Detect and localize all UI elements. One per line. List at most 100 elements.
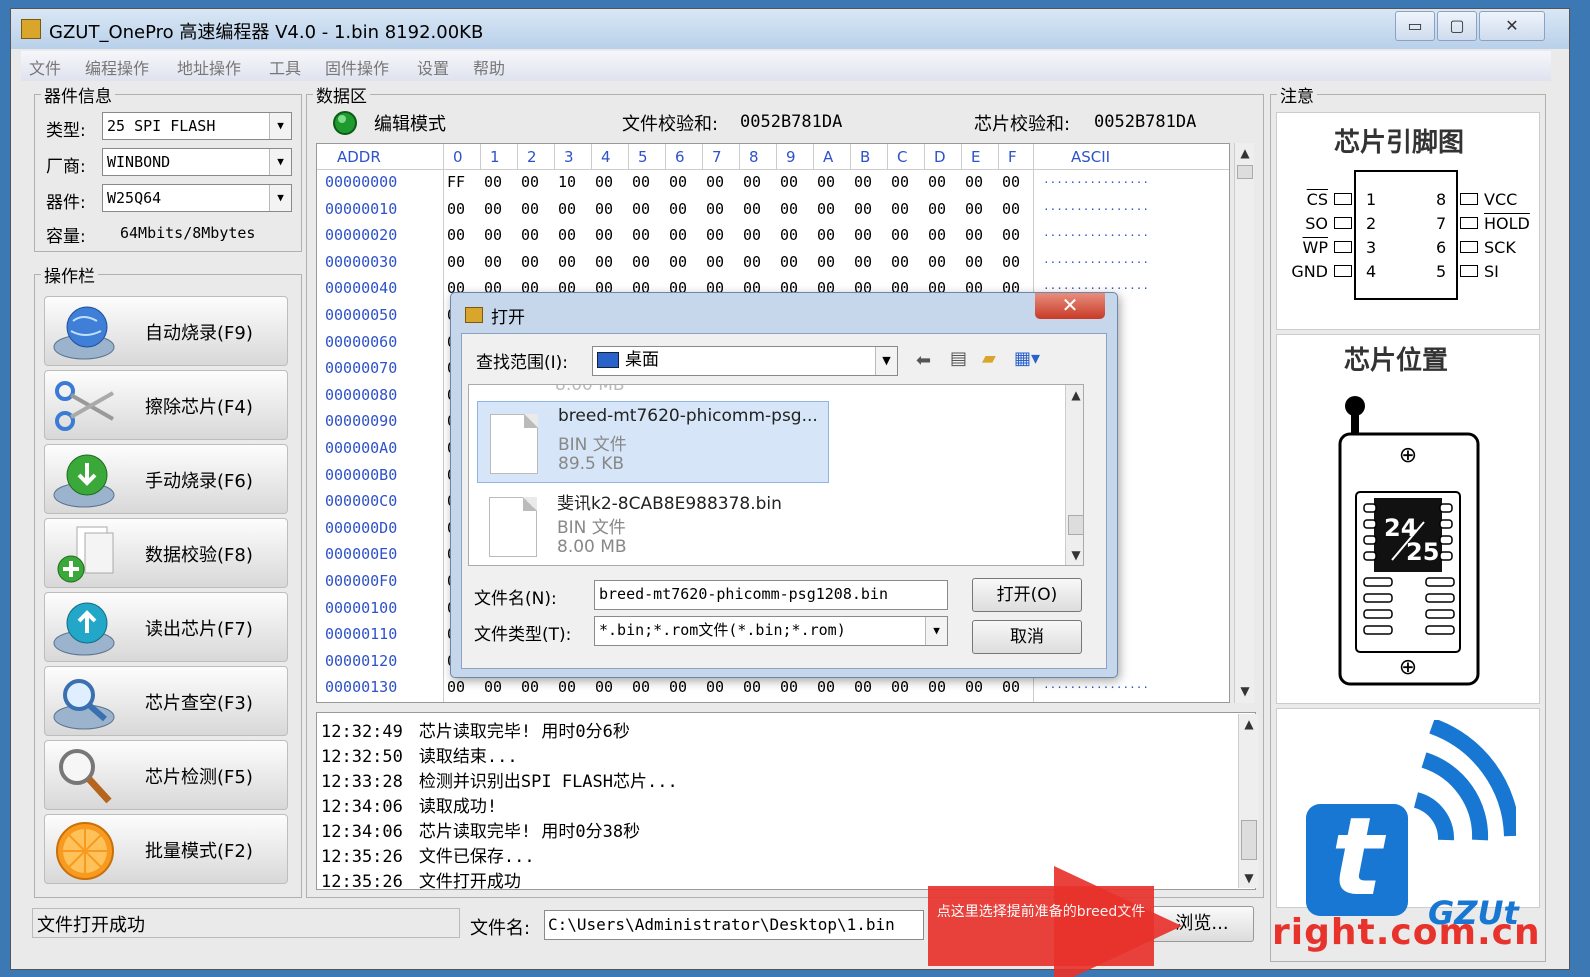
scroll-thumb[interactable] xyxy=(1068,515,1083,535)
scroll-down-icon[interactable]: ▼ xyxy=(1235,681,1255,701)
dialog-open-button[interactable]: 打开(O) xyxy=(972,578,1082,612)
hex-byte[interactable]: 00 xyxy=(928,173,946,191)
blank-check-button[interactable]: 芯片查空(F3) xyxy=(44,666,288,736)
hex-row[interactable]: 00000030 00 00 00 00 00 00 00 00 00 00 00 00 00 00 00 00… xyxy=(317,250,1229,277)
menu-tools[interactable]: 工具 xyxy=(269,55,301,79)
hex-byte[interactable]: 00 xyxy=(706,678,724,696)
hex-byte[interactable]: 00 xyxy=(817,200,835,218)
lookin-select[interactable]: 桌面 ▼ xyxy=(592,346,898,376)
auto-program-button[interactable]: 自动烧录(F9) xyxy=(44,296,288,366)
vendor-select[interactable]: WINBOND ▼ xyxy=(102,148,292,176)
hex-byte[interactable]: 00 xyxy=(891,678,909,696)
hex-byte[interactable]: 00 xyxy=(669,253,687,271)
hex-byte[interactable]: 00 xyxy=(817,173,835,191)
hex-byte[interactable]: 00 xyxy=(743,200,761,218)
file-list[interactable]: 8.00 MB breed-mt7620-phicomm-psg... BIN … xyxy=(468,384,1084,566)
hex-byte[interactable]: 00 xyxy=(854,226,872,244)
hex-byte[interactable]: 00 xyxy=(965,173,983,191)
hex-byte[interactable]: 00 xyxy=(743,678,761,696)
scroll-thumb[interactable] xyxy=(1237,165,1253,179)
hex-byte[interactable]: 00 xyxy=(521,253,539,271)
scroll-up-icon[interactable]: ▲ xyxy=(1235,143,1255,163)
menu-program[interactable]: 编程操作 xyxy=(85,55,149,79)
erase-chip-button[interactable]: 擦除芯片(F4) xyxy=(44,370,288,440)
hex-byte[interactable]: 00 xyxy=(1002,678,1020,696)
minimize-button[interactable]: ▭ xyxy=(1395,11,1435,41)
hex-row[interactable]: 00000020 00 00 00 00 00 00 00 00 00 00 00 00 00 00 00 00… xyxy=(317,223,1229,250)
hex-byte[interactable]: 00 xyxy=(706,226,724,244)
hex-byte[interactable]: 00 xyxy=(595,200,613,218)
dialog-close-button[interactable]: ✕ xyxy=(1035,293,1105,319)
scroll-down-icon[interactable]: ▼ xyxy=(1239,868,1259,888)
hex-byte[interactable]: 00 xyxy=(891,200,909,218)
batch-mode-button[interactable]: 批量模式(F2) xyxy=(44,814,288,884)
hex-byte[interactable]: 00 xyxy=(447,200,465,218)
hex-row[interactable]: 00000000 FF 00 00 10 00 00 00 00 00 00 00 00 00 00 00 00… xyxy=(317,170,1229,197)
hex-byte[interactable]: 00 xyxy=(669,226,687,244)
file-item-breed[interactable]: breed-mt7620-phicomm-psg... BIN 文件 89.5 … xyxy=(477,401,829,483)
hex-byte[interactable]: 00 xyxy=(780,678,798,696)
scroll-up-icon[interactable]: ▲ xyxy=(1066,385,1083,405)
hex-byte[interactable]: 00 xyxy=(521,173,539,191)
hex-byte[interactable]: 00 xyxy=(928,678,946,696)
view-menu-icon[interactable]: ▦▾ xyxy=(1014,348,1040,369)
hex-byte[interactable]: 00 xyxy=(632,226,650,244)
file-item-k2[interactable]: 斐讯k2-8CAB8E988378.bin BIN 文件 8.00 MB xyxy=(477,485,829,565)
hex-byte[interactable]: 00 xyxy=(521,226,539,244)
hex-byte[interactable]: 00 xyxy=(447,678,465,696)
hex-byte[interactable]: 00 xyxy=(484,173,502,191)
hex-byte[interactable]: 00 xyxy=(595,678,613,696)
chip-detect-button[interactable]: 芯片检测(F5) xyxy=(44,740,288,810)
hex-byte[interactable]: 00 xyxy=(669,678,687,696)
close-window-button[interactable]: ✕ xyxy=(1479,11,1545,41)
hex-byte[interactable]: 00 xyxy=(521,678,539,696)
hex-byte[interactable]: FF xyxy=(447,173,465,191)
hex-byte[interactable]: 00 xyxy=(558,253,576,271)
menu-file[interactable]: 文件 xyxy=(29,55,61,79)
hex-byte[interactable]: 00 xyxy=(965,253,983,271)
hex-byte[interactable]: 00 xyxy=(928,200,946,218)
hex-byte[interactable]: 00 xyxy=(484,253,502,271)
hex-byte[interactable]: 00 xyxy=(780,173,798,191)
dlg-filename-input[interactable]: breed-mt7620-phicomm-psg1208.bin xyxy=(594,580,948,610)
device-select[interactable]: W25Q64 ▼ xyxy=(102,184,292,212)
dialog-cancel-button[interactable]: 取消 xyxy=(972,620,1082,654)
hex-byte[interactable]: 00 xyxy=(595,173,613,191)
hex-byte[interactable]: 00 xyxy=(706,200,724,218)
scroll-thumb[interactable] xyxy=(1241,820,1257,860)
hex-row[interactable]: 00000010 00 00 00 00 00 00 00 00 00 00 00 00 00 00 00 00… xyxy=(317,197,1229,224)
menu-help[interactable]: 帮助 xyxy=(473,55,505,79)
hex-scrollbar[interactable]: ▲ ▼ xyxy=(1234,143,1254,703)
hex-byte[interactable]: 00 xyxy=(632,173,650,191)
hex-byte[interactable]: 00 xyxy=(854,173,872,191)
hex-byte[interactable]: 00 xyxy=(817,226,835,244)
dlg-filetype-select[interactable]: *.bin;*.rom文件(*.bin;*.rom) ▼ xyxy=(594,616,948,646)
file-list-scrollbar[interactable]: ▲ ▼ xyxy=(1065,385,1083,565)
hex-byte[interactable]: 00 xyxy=(447,253,465,271)
type-select[interactable]: 25 SPI FLASH ▼ xyxy=(102,112,292,140)
hex-byte[interactable]: 00 xyxy=(558,678,576,696)
hex-byte[interactable]: 00 xyxy=(891,226,909,244)
hex-byte[interactable]: 00 xyxy=(521,200,539,218)
maximize-button[interactable]: ▢ xyxy=(1437,11,1477,41)
verify-data-button[interactable]: 数据校验(F8) xyxy=(44,518,288,588)
new-folder-icon[interactable]: ▰ xyxy=(982,348,996,369)
scroll-up-icon[interactable]: ▲ xyxy=(1239,714,1259,734)
hex-byte[interactable]: 00 xyxy=(669,173,687,191)
hex-byte[interactable]: 00 xyxy=(743,226,761,244)
scroll-down-icon[interactable]: ▼ xyxy=(1066,545,1083,565)
hex-byte[interactable]: 00 xyxy=(484,200,502,218)
hex-byte[interactable]: 00 xyxy=(817,678,835,696)
hex-byte[interactable]: 00 xyxy=(965,226,983,244)
hex-byte[interactable]: 00 xyxy=(632,678,650,696)
back-arrow-icon[interactable]: ⬅ xyxy=(916,350,931,371)
log-scrollbar[interactable]: ▲ ▼ xyxy=(1238,714,1258,888)
hex-byte[interactable]: 00 xyxy=(558,200,576,218)
hex-byte[interactable]: 00 xyxy=(743,253,761,271)
hex-byte[interactable]: 00 xyxy=(595,226,613,244)
hex-byte[interactable]: 00 xyxy=(965,200,983,218)
hex-byte[interactable]: 00 xyxy=(484,226,502,244)
hex-byte[interactable]: 00 xyxy=(891,253,909,271)
hex-byte[interactable]: 00 xyxy=(1002,253,1020,271)
hex-byte[interactable]: 00 xyxy=(780,253,798,271)
